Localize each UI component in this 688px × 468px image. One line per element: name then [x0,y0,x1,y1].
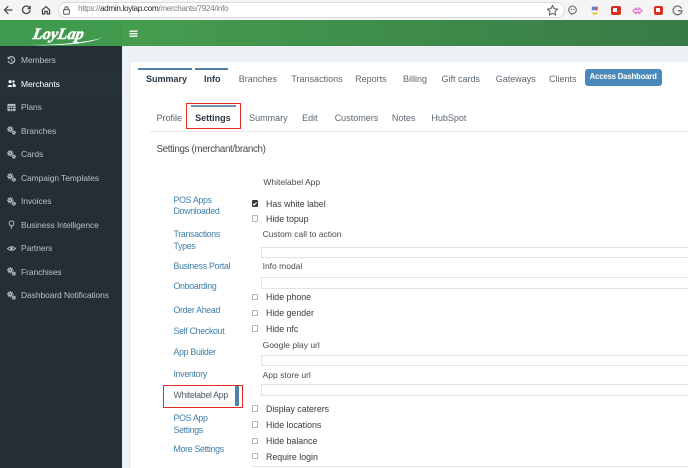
svg-text:LoyLap: LoyLap [30,26,85,43]
